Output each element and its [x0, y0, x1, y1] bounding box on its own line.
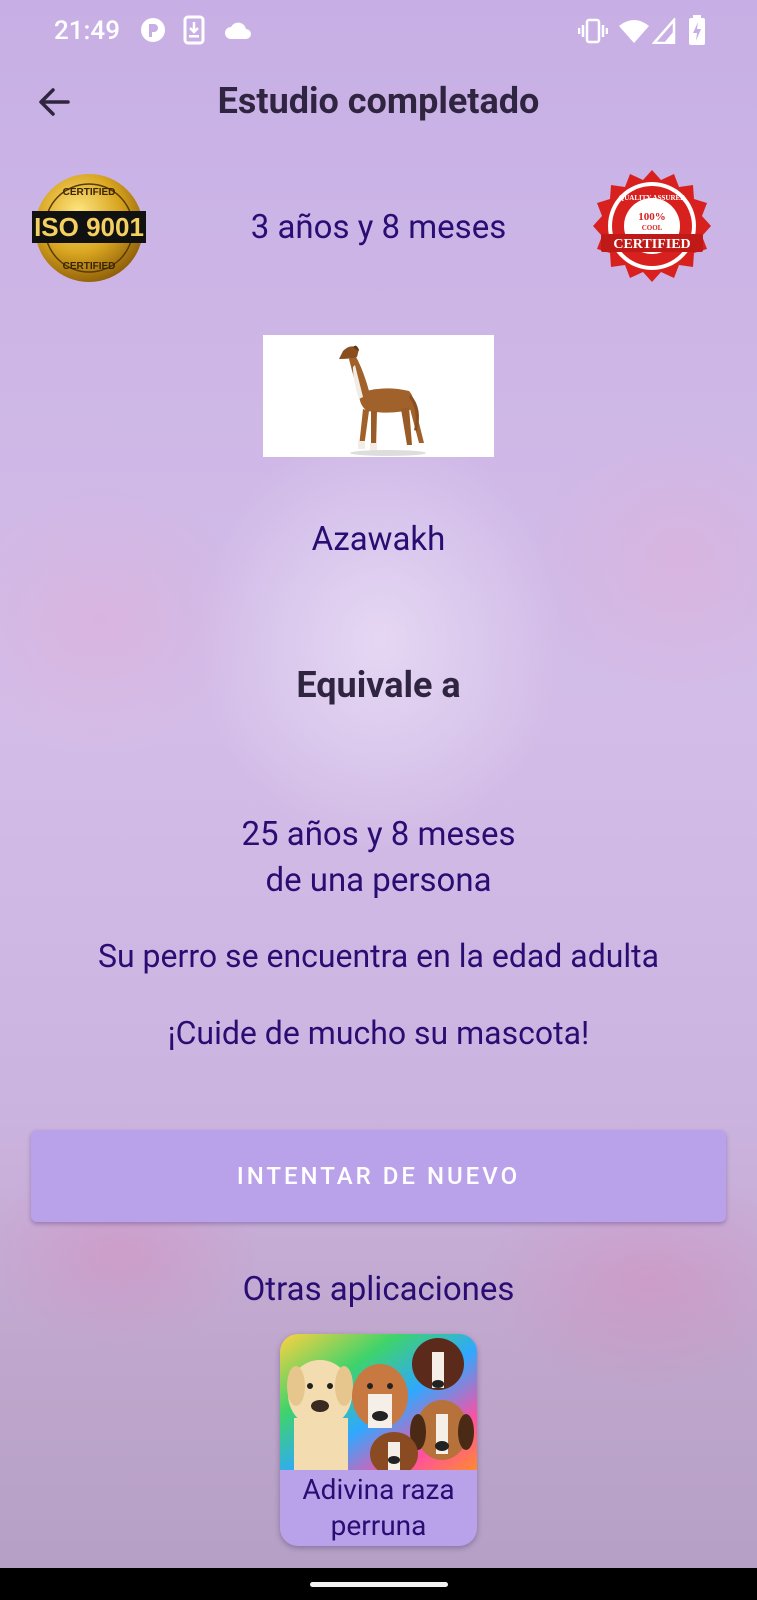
equivalence-heading: Equivale a — [296, 664, 461, 706]
app-card-label-line1: Adivina raza — [302, 1473, 455, 1506]
life-stage-text: Su perro se encuentra en la edad adulta — [97, 937, 660, 975]
system-nav-bar — [0, 1568, 757, 1600]
app-card-label: Adivina raza perruna — [280, 1472, 477, 1544]
status-time: 21:49 — [54, 16, 120, 46]
human-age-text: 25 años y 8 meses de una persona — [0, 812, 757, 904]
battery-charging-icon — [689, 15, 705, 45]
iso-badge-top-text: CERTIFIED — [63, 187, 116, 198]
app-card-guess-breed[interactable]: Adivina raza perruna — [280, 1334, 477, 1546]
status-bar: 21:49 — [0, 0, 757, 64]
human-age-line1: 25 años y 8 meses — [241, 815, 516, 854]
breed-name: Azawakh — [311, 520, 446, 559]
seal-ring-text: QUALITY ASSURED — [619, 194, 685, 202]
azawakh-dog-photo — [263, 335, 494, 457]
retry-button[interactable]: INTENTAR DE NUEVO — [31, 1130, 726, 1222]
puppies-collage-image — [280, 1334, 477, 1470]
human-age-line2: de una persona — [265, 861, 492, 900]
iso-badge-bottom-text: CERTIFIED — [63, 261, 116, 272]
dog-age-text: 3 años y 8 meses — [250, 208, 507, 247]
download-icon — [183, 15, 205, 45]
wifi-icon — [619, 20, 649, 43]
app-card-label-line2: perruna — [330, 1509, 427, 1542]
moon-icon[interactable] — [694, 84, 724, 118]
other-apps-heading: Otras aplicaciones — [242, 1270, 515, 1309]
advice-text: ¡Cuide de mucho su mascota! — [167, 1014, 590, 1052]
vibrate-icon — [578, 18, 608, 44]
cell-signal-icon — [652, 18, 676, 44]
page-title: Estudio completado — [217, 80, 540, 122]
home-gesture-pill[interactable] — [310, 1582, 448, 1587]
cloud-icon — [225, 22, 251, 39]
app-bar: Estudio completado — [0, 64, 757, 144]
app-notification-icon — [141, 18, 165, 42]
